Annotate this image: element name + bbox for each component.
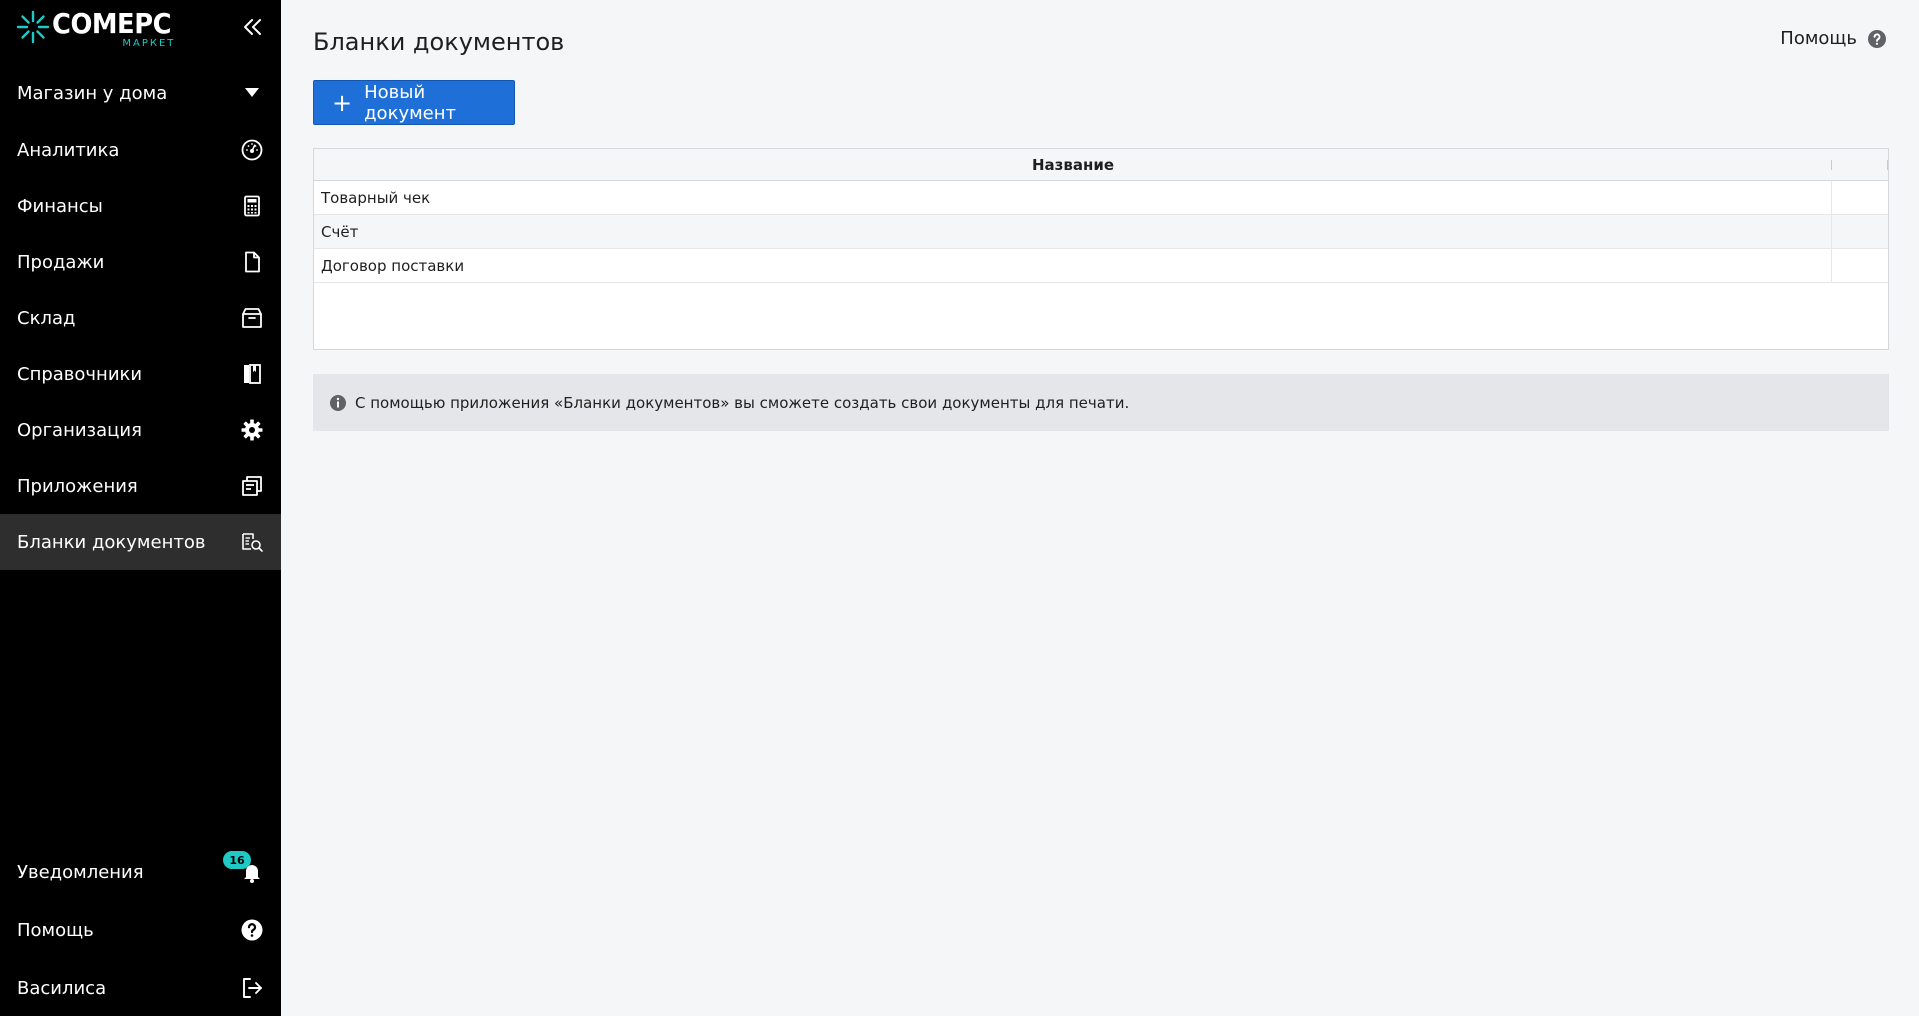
logout-icon[interactable] — [240, 976, 264, 1000]
help-link[interactable]: Помощь — [1780, 28, 1887, 49]
sidebar-item-document-templates[interactable]: Бланки документов — [0, 514, 281, 570]
sidebar-item-label: Склад — [17, 307, 76, 329]
sidebar-item-directories[interactable]: Справочники — [0, 346, 281, 402]
table-cell-name: Договор поставки — [314, 249, 1832, 282]
sidebar: COMEPC МАРКЕТ Магазин у дома Аналитика Ф… — [0, 0, 281, 1016]
sidebar-item-apps[interactable]: Приложения — [0, 458, 281, 514]
sidebar-item-help[interactable]: Помощь — [0, 905, 281, 955]
notifications-badge: 16 — [223, 851, 251, 869]
table-cell-name: Товарный чек — [314, 181, 1832, 214]
table-cell-extra — [1832, 181, 1888, 214]
sidebar-item-label: Справочники — [17, 363, 143, 385]
info-banner: С помощью приложения «Бланки документов»… — [313, 374, 1889, 431]
sidebar-item-user[interactable]: Василиса — [0, 963, 281, 1013]
sidebar-nav: Аналитика Финансы Продажи Склад Справочн… — [0, 122, 281, 570]
table-cell-name: Счёт — [314, 215, 1832, 248]
sidebar-item-analytics[interactable]: Аналитика — [0, 122, 281, 178]
box-icon — [242, 308, 262, 328]
apps-icon — [242, 476, 262, 496]
help-link-label: Помощь — [1780, 28, 1857, 49]
table-row[interactable]: Товарный чек — [314, 181, 1888, 215]
logo[interactable]: COMEPC МАРКЕТ — [16, 8, 181, 58]
plus-icon: + — [332, 88, 353, 117]
main-content: Бланки документов Помощь + Новый докумен… — [281, 0, 1919, 1016]
caret-down-icon — [245, 88, 259, 97]
sidebar-item-warehouse[interactable]: Склад — [0, 290, 281, 346]
table-row[interactable]: Договор поставки — [314, 249, 1888, 283]
user-name: Василиса — [17, 977, 107, 999]
sidebar-item-finance[interactable]: Финансы — [0, 178, 281, 234]
logo-text: COMEPC — [52, 7, 172, 40]
sidebar-item-organization[interactable]: Организация — [0, 402, 281, 458]
sidebar-item-label: Уведомления — [17, 861, 144, 883]
new-document-button[interactable]: + Новый документ — [313, 80, 515, 125]
document-search-icon — [242, 533, 263, 552]
documents-table: Название Товарный чек Счёт Договор поста… — [313, 148, 1889, 350]
sidebar-item-sales[interactable]: Продажи — [0, 234, 281, 290]
logo-star-icon — [16, 10, 50, 44]
document-icon — [245, 251, 260, 273]
store-selector[interactable]: Магазин у дома — [0, 72, 281, 114]
table-header: Название — [314, 149, 1888, 181]
help-icon — [241, 919, 263, 941]
info-icon — [330, 394, 346, 411]
table-row[interactable]: Счёт — [314, 215, 1888, 249]
collapse-sidebar-icon[interactable] — [240, 14, 266, 40]
help-icon — [1868, 29, 1886, 48]
info-text: С помощью приложения «Бланки документов»… — [355, 393, 1130, 412]
column-header-extra[interactable] — [1832, 149, 1888, 180]
calculator-icon — [244, 195, 260, 217]
gear-icon — [241, 419, 263, 441]
sidebar-item-notifications[interactable]: Уведомления 16 — [0, 847, 281, 897]
sidebar-item-label: Приложения — [17, 475, 138, 497]
new-document-label: Новый документ — [364, 81, 456, 124]
store-name: Магазин у дома — [17, 82, 168, 104]
speedometer-icon — [241, 139, 263, 161]
column-header-name[interactable]: Название — [314, 149, 1832, 180]
table-cell-extra — [1832, 249, 1888, 282]
sidebar-item-label: Аналитика — [17, 139, 120, 161]
page-title: Бланки документов — [313, 28, 565, 56]
sidebar-item-label: Бланки документов — [17, 531, 206, 553]
sidebar-item-label: Продажи — [17, 251, 105, 273]
sidebar-item-label: Финансы — [17, 195, 103, 217]
table-cell-extra — [1832, 215, 1888, 248]
sidebar-item-label: Организация — [17, 419, 142, 441]
books-icon — [244, 364, 261, 384]
sidebar-item-label: Помощь — [17, 919, 94, 941]
